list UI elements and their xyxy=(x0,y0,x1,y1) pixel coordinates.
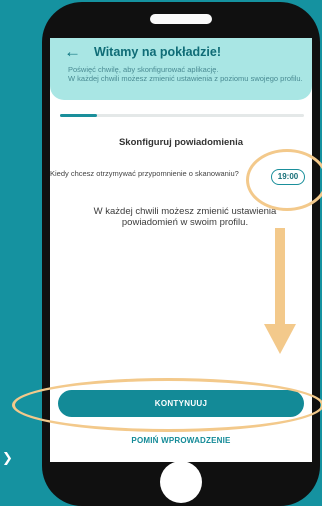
chevron-right-icon: ❯ xyxy=(2,450,13,465)
progress-fill xyxy=(60,114,97,117)
reminder-question: Kiedy chcesz otrzymywać przypomnienie o … xyxy=(50,169,239,178)
phone-speaker xyxy=(150,14,212,24)
progress-bar xyxy=(60,114,304,117)
info-text: W każdej chwili możesz zmienić ustawieni… xyxy=(93,206,277,228)
header-subtitle: Poświęć chwilę, aby skonfigurować aplika… xyxy=(68,65,303,83)
highlight-ring-time xyxy=(246,149,322,211)
back-arrow-icon[interactable]: ← xyxy=(64,42,81,62)
onboarding-header: ← Witamy na pokładzie! Poświęć chwilę, a… xyxy=(50,38,312,100)
page-title: Witamy na pokładzie! xyxy=(94,45,221,59)
home-button[interactable] xyxy=(160,461,202,503)
section-title: Skonfiguruj powiadomienia xyxy=(118,137,244,148)
skip-intro-link[interactable]: POMIŃ WPROWADZENIE xyxy=(50,436,312,445)
highlight-ring-button xyxy=(12,378,322,432)
arrow-down-icon xyxy=(264,228,296,354)
